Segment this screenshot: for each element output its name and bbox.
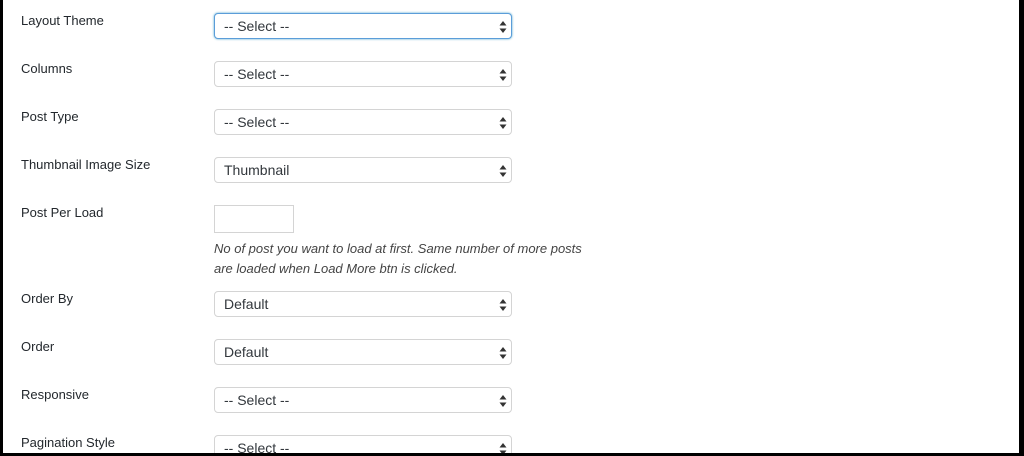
pagination-style-value: -- Select -- [224, 440, 290, 453]
columns-select[interactable]: -- Select -- [214, 61, 512, 87]
up-down-arrows-icon [499, 346, 507, 360]
responsive-select[interactable]: -- Select -- [214, 387, 512, 413]
columns-value: -- Select -- [224, 66, 290, 82]
settings-form: Layout Theme -- Select -- Columns -- Sel… [3, 0, 1019, 453]
post-per-load-label: Post Per Load [21, 205, 104, 220]
pagination-style-label: Pagination Style [21, 435, 115, 450]
responsive-label: Responsive [21, 387, 89, 402]
layout-theme-select[interactable]: -- Select -- [214, 13, 512, 39]
thumbnail-size-value: Thumbnail [224, 162, 290, 178]
post-per-load-description: No of post you want to load at first. Sa… [214, 241, 582, 276]
post-per-load-input[interactable] [214, 205, 294, 233]
layout-theme-value: -- Select -- [224, 18, 290, 34]
up-down-arrows-icon [499, 20, 507, 34]
up-down-arrows-icon [499, 116, 507, 130]
order-select[interactable]: Default [214, 339, 512, 365]
columns-label: Columns [21, 61, 73, 76]
thumbnail-size-label: Thumbnail Image Size [21, 157, 151, 172]
thumbnail-size-select[interactable]: Thumbnail [214, 157, 512, 183]
post-type-value: -- Select -- [224, 114, 290, 130]
order-by-value: Default [224, 296, 269, 312]
up-down-arrows-icon [499, 68, 507, 82]
up-down-arrows-icon [499, 298, 507, 312]
up-down-arrows-icon [499, 394, 507, 408]
pagination-style-select[interactable]: -- Select -- [214, 435, 512, 453]
order-by-label: Order By [21, 291, 74, 306]
up-down-arrows-icon [499, 164, 507, 178]
responsive-value: -- Select -- [224, 392, 290, 408]
order-value: Default [224, 344, 269, 360]
up-down-arrows-icon [499, 442, 507, 453]
order-label: Order [21, 339, 55, 354]
post-type-label: Post Type [21, 109, 79, 124]
layout-theme-label: Layout Theme [21, 13, 104, 28]
post-type-select[interactable]: -- Select -- [214, 109, 512, 135]
order-by-select[interactable]: Default [214, 291, 512, 317]
